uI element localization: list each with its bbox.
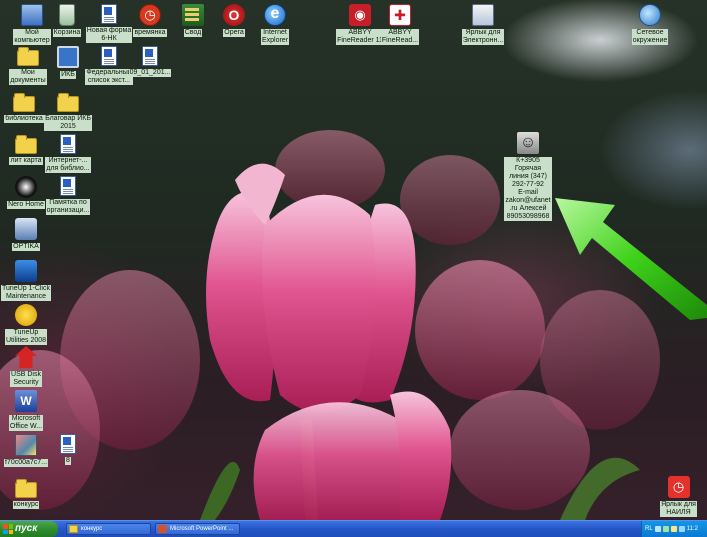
icon-label: USB Disk Security: [10, 371, 42, 387]
clock[interactable]: 11:2: [687, 521, 698, 537]
usb-disk-security-icon: [15, 346, 37, 368]
shortcut-icon: [472, 4, 494, 26]
desktop-icon-blagovar-ikb[interactable]: Благовар ИКБ 2015: [36, 92, 100, 131]
contact-shortcut-icon: [517, 132, 539, 154]
folder-icon: [13, 93, 35, 112]
language-indicator[interactable]: RL: [645, 521, 653, 537]
desktop-icon-usb-disk-security[interactable]: USB Disk Security: [0, 346, 58, 387]
start-label: пуск: [15, 523, 38, 534]
taskbar-item-konkurs[interactable]: конкурс: [66, 523, 151, 535]
image-file-icon: [15, 434, 37, 456]
desktop-icon-konsultant-hotline[interactable]: К+3905 Горячая линия (347) 292-77-92 E-m…: [496, 132, 560, 221]
folder-icon: [57, 93, 79, 112]
monitor-icon: [57, 46, 79, 68]
taskbar-item-label: конкурс: [81, 526, 103, 532]
red-app-icon: [139, 4, 161, 26]
desktop-icon-tuneup-1click[interactable]: TuneUp 1-Click Maintenance: [0, 260, 58, 301]
desktop-icon-network-places[interactable]: Сетевое окружение: [618, 4, 682, 45]
folder-icon: [15, 479, 37, 498]
folder-icon: [15, 135, 37, 154]
start-button[interactable]: пуск: [0, 521, 58, 537]
word-document-icon: [60, 134, 76, 154]
icon-label: 8: [65, 457, 71, 465]
network-places-icon: [639, 4, 661, 26]
bg-tulip: [450, 390, 590, 510]
desktop-icon-shortcut-electronic[interactable]: Ярлык для Электронн...: [451, 4, 515, 45]
icon-label: Сетевое окружение: [631, 29, 669, 45]
desktop-icon-8[interactable]: 8: [36, 434, 100, 465]
word-document-icon: [101, 4, 117, 24]
nero-icon: [15, 176, 37, 198]
desktop-icon-internet-explorer[interactable]: Internet Explorer: [243, 4, 307, 45]
recycle-bin-icon: [59, 4, 75, 26]
tray-network-icon[interactable]: [654, 526, 661, 532]
folder-icon: [69, 525, 78, 533]
icon-label: Opera: [223, 29, 245, 37]
desktop-icon-shortcut-nailya[interactable]: Ярлык для НАИЛЯ: [650, 476, 707, 517]
main-tulip-center-petal: [262, 194, 376, 413]
leaf: [200, 461, 240, 520]
bg-tulip: [400, 155, 500, 245]
icon-label: Microsoft Office W...: [8, 415, 44, 431]
icon-label: Свод: [183, 29, 203, 37]
icon-label: 09_01_201...: [128, 69, 172, 77]
icon-label: К+3905 Горячая линия (347) 292-77-92 E-m…: [504, 157, 552, 221]
tray-security-icon[interactable]: [662, 526, 669, 532]
excel-document-icon: [142, 46, 158, 66]
word-document-icon: [60, 176, 76, 196]
icon-label: TuneUp Utilities 2008: [4, 329, 48, 345]
icon-label: Памятка по организаци...: [45, 199, 91, 215]
ms-office-word-icon: [15, 390, 37, 412]
icon-label: ABBYY FineRead...: [380, 29, 420, 45]
tuneup-icon: [15, 260, 37, 282]
taskbar-item-label: Microsoft PowerPoint ...: [170, 526, 234, 532]
desktop-icon-tuneup-utilities[interactable]: TuneUp Utilities 2008: [0, 304, 58, 345]
desktop-icon-internet-library[interactable]: Интернет-... для библио...: [36, 134, 100, 173]
yandex-shortcut-icon: [667, 476, 690, 498]
system-tray: RL 11:2: [641, 521, 707, 537]
icon-label: Internet Explorer: [260, 29, 290, 45]
icon-label: Ярлык для НАИЛЯ: [660, 501, 697, 517]
icon-label: Ярлык для Электронн...: [461, 29, 505, 45]
optika-icon: [15, 218, 37, 240]
tray-update-icon[interactable]: [678, 526, 685, 532]
abbyy-finereader-icon: [389, 4, 411, 26]
icon-label: TuneUp 1-Click Maintenance: [1, 285, 51, 301]
internet-explorer-icon: [264, 4, 286, 26]
bg-tulip: [415, 260, 545, 400]
powerpoint-icon: [158, 525, 167, 533]
windows-flag-icon: [3, 524, 13, 534]
icon-label: ИКБ: [60, 71, 76, 79]
word-document-icon: [60, 434, 76, 454]
desktop-icon-optika[interactable]: OPTIKA: [0, 218, 58, 251]
desktop-icon-konkurs[interactable]: конкурс: [0, 478, 58, 509]
icon-label: Интернет-... для библио...: [45, 157, 91, 173]
icon-label: конкурс: [12, 501, 40, 509]
desktop: Мой компьютер Корзина Новая форма 6-НК в…: [0, 0, 707, 520]
tray-volume-icon[interactable]: [670, 526, 677, 532]
opera-icon: [223, 4, 245, 26]
desktop-icon-abbyy-fineread[interactable]: ABBYY FineRead...: [368, 4, 432, 45]
desktop-icon-09-01-201[interactable]: 09_01_201...: [118, 46, 182, 77]
icon-label: OPTIKA: [12, 243, 40, 251]
desktop-icon-ms-office-word[interactable]: Microsoft Office W...: [0, 390, 58, 431]
icon-label: Благовар ИКБ 2015: [44, 115, 92, 131]
desktop-icon-pamyatka[interactable]: Памятка по организаци...: [36, 176, 100, 215]
tuneup-utilities-icon: [15, 304, 37, 326]
taskbar-item-powerpoint[interactable]: Microsoft PowerPoint ...: [155, 523, 240, 535]
svod-app-icon: [182, 4, 204, 26]
taskbar: пуск конкурс Microsoft PowerPoint ... RL…: [0, 520, 707, 537]
word-document-icon: [101, 46, 117, 66]
